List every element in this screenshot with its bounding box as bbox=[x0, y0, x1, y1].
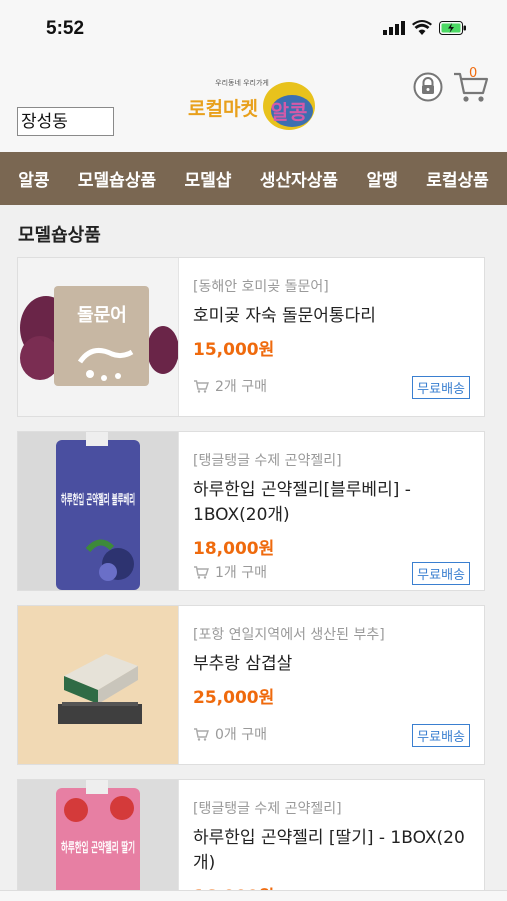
product-tag: [탱글탱글 수제 곤약젤리] bbox=[193, 453, 342, 469]
signal-icon bbox=[383, 20, 405, 35]
product-card[interactable]: [포항 연일지역에서 생산된 부추] 부추랑 삼겹살 25,000원 0개 구매… bbox=[17, 605, 485, 765]
product-name[interactable]: 호미곶 자숙 돌문어통다리 bbox=[193, 304, 478, 329]
thumb-label: 하루한입 곤약젤리 블루베리 bbox=[61, 492, 135, 508]
location-selector[interactable]: 장성동 bbox=[17, 107, 114, 136]
status-icons bbox=[383, 20, 467, 35]
product-name[interactable]: 하루한입 곤약젤리 [딸기] - 1BOX(20개) bbox=[193, 826, 478, 876]
product-card[interactable]: 돌문어 [동해안 호미곶 돌문어] 호미곶 자숙 돌문어통다리 15,000원 … bbox=[17, 257, 485, 417]
cart-icon bbox=[194, 728, 209, 741]
nav-item-model-shop[interactable]: 모델샵 bbox=[185, 166, 232, 191]
nav-item-alkong[interactable]: 알콩 bbox=[18, 166, 49, 191]
product-name[interactable]: 부추랑 삼겹살 bbox=[193, 652, 478, 677]
logo-tagline: 우리동네 우리가게 bbox=[215, 78, 269, 87]
product-image: 하루한입 곤약젤리 블루베리 bbox=[18, 432, 179, 590]
cart-icon bbox=[194, 566, 209, 579]
product-info: [탱글탱글 수제 곤약젤리] 하루한입 곤약젤리[블루베리] - 1BOX(20… bbox=[193, 450, 478, 559]
nav-item-alttaeng[interactable]: 알땡 bbox=[367, 166, 398, 191]
logo[interactable]: 우리동네 우리가게 로컬마켓 알콩 bbox=[186, 75, 316, 133]
wifi-icon bbox=[412, 20, 432, 35]
product-price: 25,000원 bbox=[193, 688, 275, 708]
logo-text: 로컬마켓 bbox=[188, 98, 258, 120]
section-title: 모델숍상품 bbox=[18, 225, 101, 246]
product-info: [동해안 호미곶 돌문어] 호미곶 자숙 돌문어통다리 15,000원 bbox=[193, 276, 478, 360]
product-price: 18,000원 bbox=[193, 539, 275, 559]
product-card[interactable]: 하루한입 곤약젤리 딸기 [탱글탱글 수제 곤약젤리] 하루한입 곤약젤리 [딸… bbox=[17, 779, 485, 900]
free-shipping-badge: 무료배송 bbox=[412, 724, 470, 747]
nav-item-model-shop-products[interactable]: 모델숍상품 bbox=[78, 166, 156, 191]
status-bar: 5:52 bbox=[0, 0, 507, 60]
thumb-label: 돌문어 bbox=[77, 305, 127, 326]
lock-icon[interactable] bbox=[413, 72, 443, 102]
bottom-edge bbox=[0, 890, 507, 901]
product-name[interactable]: 하루한입 곤약젤리[블루베리] - 1BOX(20개) bbox=[193, 478, 478, 528]
purchase-count-text: 1개 구매 bbox=[215, 565, 267, 581]
product-tag: [포항 연일지역에서 생산된 부추] bbox=[193, 627, 385, 643]
thumb-label: 하루한입 곤약젤리 딸기 bbox=[61, 840, 135, 856]
nav-item-local-products[interactable]: 로컬상품 bbox=[426, 166, 489, 191]
purchase-count: 1개 구매 bbox=[193, 562, 267, 582]
cart-icon bbox=[194, 380, 209, 393]
logo-mark: 알콩 bbox=[271, 100, 308, 124]
purchase-count: 0개 구매 bbox=[193, 724, 267, 744]
cart-count: 0 bbox=[469, 66, 478, 81]
product-info: [탱글탱글 수제 곤약젤리] 하루한입 곤약젤리 [딸기] - 1BOX(20개… bbox=[193, 798, 478, 900]
battery-icon bbox=[439, 20, 466, 35]
free-shipping-badge: 무료배송 bbox=[412, 376, 470, 399]
purchase-count: 2개 구매 bbox=[193, 376, 267, 396]
product-price: 15,000원 bbox=[193, 340, 275, 360]
product-image: 하루한입 곤약젤리 딸기 bbox=[18, 780, 179, 900]
product-tag: [탱글탱글 수제 곤약젤리] bbox=[193, 801, 342, 817]
category-nav: 알콩 모델숍상품 모델샵 생산자상품 알땡 로컬상품 bbox=[0, 152, 507, 205]
product-image: 돌문어 bbox=[18, 258, 179, 416]
main-content: 모델숍상품 돌문어 [동해안 호미곶 돌문어] 호미곶 자숙 돌문어통다리 15… bbox=[0, 205, 507, 900]
product-image bbox=[18, 606, 179, 764]
purchase-count-text: 0개 구매 bbox=[215, 727, 267, 743]
product-info: [포항 연일지역에서 생산된 부추] 부추랑 삼겹살 25,000원 bbox=[193, 624, 478, 708]
status-time: 5:52 bbox=[46, 18, 85, 39]
purchase-count-text: 2개 구매 bbox=[215, 379, 267, 395]
cart-button[interactable]: 0 bbox=[452, 66, 490, 104]
product-tag: [동해안 호미곶 돌문어] bbox=[193, 279, 329, 295]
nav-item-producer-products[interactable]: 생산자상품 bbox=[260, 166, 338, 191]
product-card[interactable]: 하루한입 곤약젤리 블루베리 [탱글탱글 수제 곤약젤리] 하루한입 곤약젤리[… bbox=[17, 431, 485, 591]
free-shipping-badge: 무료배송 bbox=[412, 562, 470, 585]
app-header: 장성동 우리동네 우리가게 로컬마켓 알콩 0 bbox=[0, 60, 507, 152]
